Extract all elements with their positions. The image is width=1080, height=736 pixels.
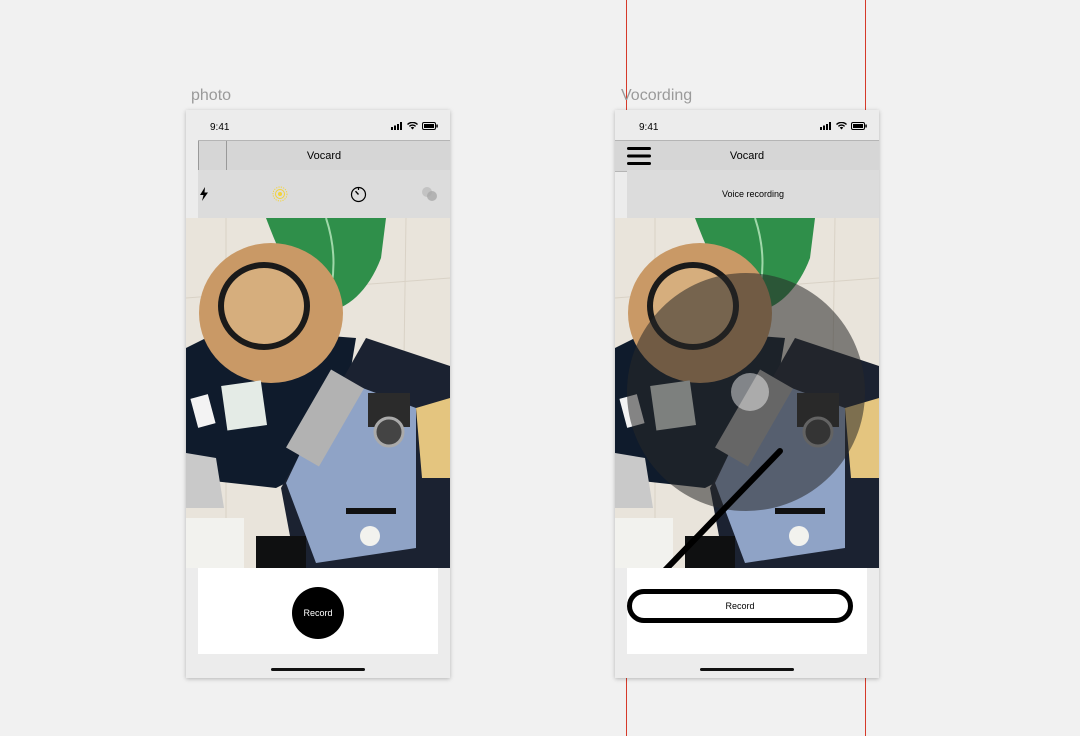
status-bar: 9:41 — [615, 110, 879, 140]
phone-frame-photo: 9:41 Vocard Record — [186, 110, 450, 678]
battery-icon — [422, 122, 438, 130]
home-indicator[interactable] — [700, 668, 794, 671]
phone-frame-vocording: 9:41 Vocard Voice recording Record — [615, 110, 879, 678]
status-time: 9:41 — [639, 122, 659, 133]
camera-toolbar — [198, 170, 450, 218]
nav-bar: Vocard — [615, 140, 879, 172]
nav-bar: Vocard — [198, 140, 450, 172]
record-panel: Record — [198, 568, 438, 654]
record-button[interactable]: Record — [627, 589, 853, 623]
live-photo-icon[interactable] — [270, 184, 290, 204]
timer-icon[interactable] — [348, 184, 368, 204]
status-icons — [820, 122, 867, 130]
signal-icon — [820, 122, 831, 130]
home-indicator[interactable] — [271, 668, 365, 671]
travel-photo — [186, 218, 450, 568]
subtitle-bar: Voice recording — [627, 170, 879, 218]
status-bar: 9:41 — [186, 110, 450, 140]
recording-highlight — [731, 373, 769, 411]
photo-preview — [186, 218, 450, 568]
status-time: 9:41 — [210, 122, 230, 133]
artboard-title-photo: photo — [191, 87, 232, 104]
status-icons — [391, 122, 438, 130]
flash-icon[interactable] — [194, 184, 214, 204]
signal-icon — [391, 122, 402, 130]
nav-title: Vocard — [306, 150, 342, 162]
wifi-icon — [407, 122, 418, 130]
record-button[interactable]: Record — [292, 587, 344, 639]
artboard-title-vocording: Vocording — [621, 87, 693, 104]
filters-icon[interactable] — [420, 184, 440, 204]
voice-recording-label: Voice recording — [721, 189, 785, 199]
wifi-icon — [836, 122, 847, 130]
nav-title: Vocard — [729, 150, 765, 162]
photo-preview — [615, 218, 879, 568]
battery-icon — [851, 122, 867, 130]
